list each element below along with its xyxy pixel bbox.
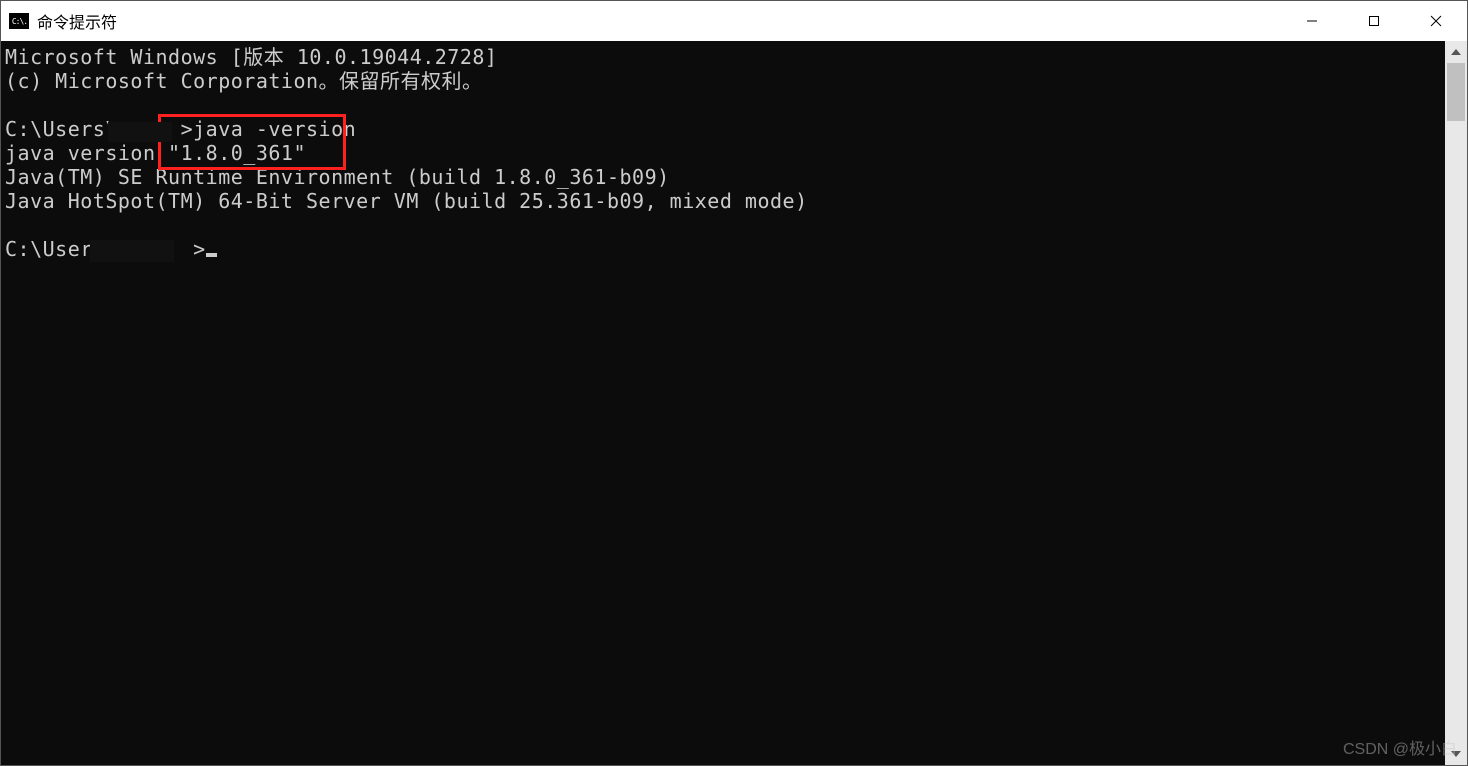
java-runtime-line: Java(TM) SE Runtime Environment (build 1… bbox=[5, 165, 670, 189]
cmd-icon-text: C:\. bbox=[12, 17, 27, 26]
command-prompt-window: C:\. 命令提示符 Microsoft Windows [版本 10.0.19… bbox=[0, 0, 1468, 766]
titlebar[interactable]: C:\. 命令提示符 bbox=[1, 1, 1467, 41]
java-hotspot-line: Java HotSpot(TM) 64-Bit Server VM (build… bbox=[5, 189, 808, 213]
text-cursor bbox=[206, 253, 217, 257]
minimize-button[interactable] bbox=[1281, 1, 1343, 41]
terminal-output[interactable]: Microsoft Windows [版本 10.0.19044.2728] (… bbox=[1, 41, 1445, 765]
watermark-text: CSDN @极小白 bbox=[1343, 735, 1457, 759]
close-button[interactable] bbox=[1405, 1, 1467, 41]
java-version-line: java version "1.8.0_361" bbox=[5, 141, 306, 165]
close-icon bbox=[1430, 15, 1442, 27]
window-title: 命令提示符 bbox=[37, 9, 117, 33]
chevron-up-icon bbox=[1451, 49, 1461, 55]
scroll-up-button[interactable] bbox=[1445, 41, 1467, 63]
os-version-line: Microsoft Windows [版本 10.0.19044.2728] bbox=[5, 45, 497, 69]
terminal-wrapper: Microsoft Windows [版本 10.0.19044.2728] (… bbox=[1, 41, 1467, 765]
prompt-suffix: > bbox=[193, 237, 206, 261]
copyright-line: (c) Microsoft Corporation。保留所有权利。 bbox=[5, 69, 483, 93]
cmd-icon: C:\. bbox=[9, 13, 29, 29]
scrollbar-thumb[interactable] bbox=[1447, 63, 1465, 121]
command-input: >java -version bbox=[181, 117, 357, 141]
maximize-button[interactable] bbox=[1343, 1, 1405, 41]
prompt-path-2: C:\Users bbox=[5, 237, 105, 261]
vertical-scrollbar[interactable] bbox=[1445, 41, 1467, 765]
maximize-icon bbox=[1368, 15, 1380, 27]
window-controls bbox=[1281, 1, 1467, 41]
prompt-path: C:\Users\ bbox=[5, 117, 118, 141]
minimize-icon bbox=[1306, 15, 1318, 27]
